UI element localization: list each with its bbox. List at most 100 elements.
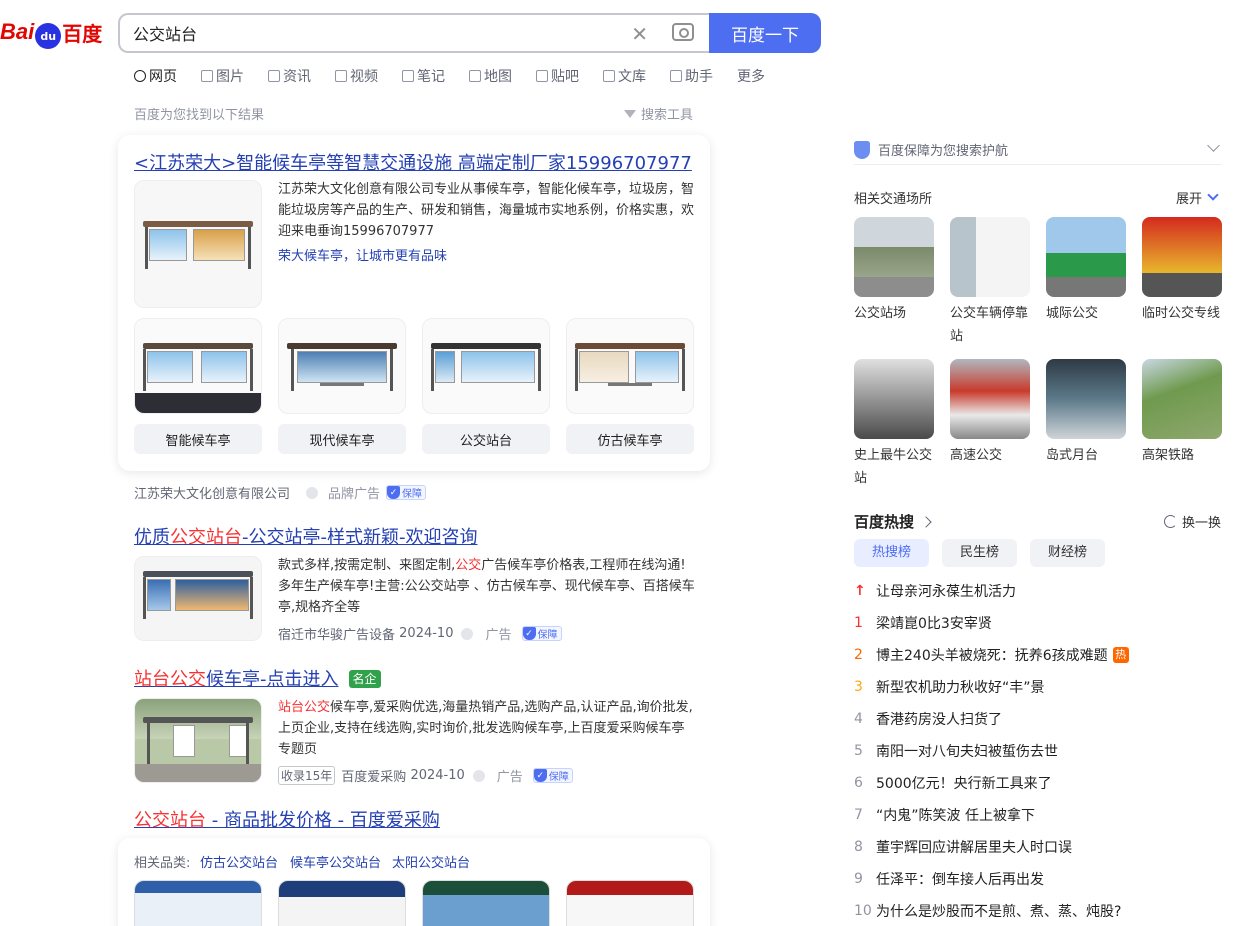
image-icon xyxy=(201,70,213,82)
ad-thumb-image[interactable] xyxy=(278,318,406,414)
shield-icon xyxy=(854,140,870,159)
place-card[interactable]: 高速公交 xyxy=(950,359,1030,467)
famous-company-badge: 名企 xyxy=(348,670,381,688)
tab-news[interactable]: 资讯 xyxy=(268,66,311,86)
tab-images[interactable]: 图片 xyxy=(201,66,244,86)
ad-thumb-label[interactable]: 仿古候车亭 xyxy=(566,424,694,454)
ai-icon xyxy=(670,70,682,82)
hot-search-item[interactable]: 9 任泽平：倒车接人后再出发 xyxy=(854,869,1044,889)
place-image xyxy=(1046,359,1126,439)
tab-tieba[interactable]: 贴吧 xyxy=(536,66,579,86)
result-date: 2024-10 xyxy=(410,768,465,783)
tab-web[interactable]: 网页 xyxy=(134,66,177,86)
ad-title-link[interactable]: <江苏荣大>智能候车亭等智慧交通设施 高端定制厂家15996707977 xyxy=(134,149,692,175)
guarantee-badge[interactable]: ✓ 保障 xyxy=(386,485,427,500)
result-title-link[interactable]: 站台公交候车亭-点击进入 名企 xyxy=(134,665,381,691)
baidu-logo[interactable]: Bai du 百度 xyxy=(0,12,102,52)
ad-thumb-image[interactable] xyxy=(566,318,694,414)
place-image xyxy=(950,217,1030,297)
places-section-title: 相关交通场所 xyxy=(854,192,933,207)
place-card[interactable]: 高架铁路 xyxy=(1142,359,1222,467)
expand-button[interactable]: 展开 xyxy=(1176,188,1219,207)
hot-search-item[interactable]: 7 “内鬼”陈笑波 任上被拿下 xyxy=(854,805,1035,825)
ad-thumb-label[interactable]: 智能候车亭 xyxy=(134,424,262,454)
hot-search-item[interactable]: 1 梁靖崑0比3安宰贤 xyxy=(854,613,992,633)
hot-search-item[interactable]: 4 香港药房没人扫货了 xyxy=(854,709,1002,729)
hot-search-item[interactable]: 3 新型农机助力秋收好“丰”景 xyxy=(854,677,1045,697)
place-card[interactable]: 临时公交专线 xyxy=(1142,217,1222,325)
result-title-link[interactable]: 优质公交站台-公交站亭-样式新颖-欢迎咨询 xyxy=(134,523,477,549)
shield-icon: ✓ xyxy=(522,627,536,640)
ad-thumb-image[interactable] xyxy=(422,318,550,414)
ad-main-image[interactable] xyxy=(134,180,262,308)
tab-assistant[interactable]: 助手 xyxy=(670,66,713,86)
document-icon xyxy=(603,70,615,82)
hot-search-item[interactable]: 2 博主240头羊被烧死：抚养6孩成难题热 xyxy=(854,645,1129,665)
tieba-icon xyxy=(536,70,548,82)
ad-thumb-label[interactable]: 现代候车亭 xyxy=(278,424,406,454)
tab-more[interactable]: 更多 xyxy=(737,66,765,86)
place-card[interactable]: 公交车辆停靠站 xyxy=(950,217,1030,348)
result-image[interactable] xyxy=(134,698,262,783)
ad-slogan-link[interactable]: 荣大候车亭，让城市更有品味 xyxy=(278,245,447,264)
related-link[interactable]: 仿古公交站台 xyxy=(200,852,278,871)
info-icon[interactable] xyxy=(461,627,474,640)
related-product-image[interactable] xyxy=(134,880,262,926)
tab-video[interactable]: 视频 xyxy=(335,66,378,86)
indexed-years-tag: 收录15年 xyxy=(278,766,336,785)
info-icon[interactable] xyxy=(306,486,319,499)
result-title-link[interactable]: 公交站台 - 商品批发价格 - 百度爱采购 xyxy=(134,806,440,832)
tab-wenku[interactable]: 文库 xyxy=(603,66,646,86)
tab-hot-search[interactable]: 热搜榜 xyxy=(854,539,930,567)
place-card[interactable]: 城际公交 xyxy=(1046,217,1126,325)
result-source: 宿迁市华骏广告设备 xyxy=(278,628,396,643)
ad-thumb-label[interactable]: 公交站台 xyxy=(422,424,550,454)
guarantee-badge[interactable]: ✓ 保障 xyxy=(521,626,562,641)
search-icon xyxy=(134,70,146,82)
shield-icon: ✓ xyxy=(533,769,547,782)
place-card[interactable]: 公交站场 xyxy=(854,217,934,325)
result-source: 百度爱采购 xyxy=(341,770,407,785)
hot-search-item[interactable]: 6 5000亿元！央行新工具来了 xyxy=(854,773,1052,793)
hot-search-title-link[interactable]: 百度热搜 xyxy=(854,511,932,532)
search-protection-bar[interactable]: 百度保障为您搜索护航 xyxy=(854,135,1222,165)
related-link[interactable]: 太阳公交站台 xyxy=(392,852,470,871)
search-button[interactable]: 百度一下 xyxy=(709,13,821,53)
tab-map[interactable]: 地图 xyxy=(469,66,512,86)
search-tools-button[interactable]: 搜索工具 xyxy=(624,104,693,123)
ad-tag: 品牌广告 xyxy=(328,487,381,502)
guarantee-badge[interactable]: ✓ 保障 xyxy=(532,768,573,783)
related-product-image[interactable] xyxy=(566,880,694,926)
hot-search-item[interactable]: 5 南阳一对八旬夫妇被蜇伤去世 xyxy=(854,741,1058,761)
result-image[interactable] xyxy=(134,556,262,641)
place-image xyxy=(950,359,1030,439)
related-product-image[interactable] xyxy=(422,880,550,926)
related-product-image[interactable] xyxy=(278,880,406,926)
tab-notes[interactable]: 笔记 xyxy=(402,66,445,86)
result-meta: 收录15年 百度爱采购 2024-10 广告 ✓ 保障 xyxy=(278,766,573,785)
news-icon xyxy=(268,70,280,82)
logo-text-bai: Bai xyxy=(0,19,35,44)
ad-thumb-image[interactable] xyxy=(134,318,262,414)
search-input[interactable] xyxy=(120,23,610,43)
tab-livelihood[interactable]: 民生榜 xyxy=(942,539,1018,567)
place-card[interactable]: 岛式月台 xyxy=(1046,359,1126,467)
clear-icon[interactable]: ✕ xyxy=(631,22,648,46)
tab-finance[interactable]: 财经榜 xyxy=(1030,539,1106,567)
logo-text-baidu: 百度 xyxy=(62,21,103,46)
hot-search-item[interactable]: ↑ 让母亲河永葆生机活力 xyxy=(854,581,1016,601)
chevron-down-icon[interactable] xyxy=(1207,139,1220,152)
pinned-top-icon: ↑ xyxy=(854,583,866,599)
place-card[interactable]: 史上最牛公交站 xyxy=(854,359,934,490)
video-icon xyxy=(335,70,347,82)
related-link[interactable]: 候车亭公交站台 xyxy=(290,852,381,871)
ad-source-row: 江苏荣大文化创意有限公司 品牌广告 ✓ 保障 xyxy=(134,483,427,502)
note-icon xyxy=(402,70,414,82)
camera-icon[interactable] xyxy=(672,23,694,41)
info-icon[interactable] xyxy=(472,769,485,782)
hot-search-item[interactable]: 8 董宇辉回应讲解居里夫人时口误 xyxy=(854,837,1072,857)
hot-search-item[interactable]: 10 为什么是炒股而不是煎、煮、蒸、炖股? xyxy=(854,901,1121,921)
chevron-right-icon xyxy=(920,515,932,528)
refresh-button[interactable]: 换一换 xyxy=(1164,512,1221,531)
ad-card: <江苏荣大>智能候车亭等智慧交通设施 高端定制厂家15996707977 江苏荣… xyxy=(118,135,710,471)
